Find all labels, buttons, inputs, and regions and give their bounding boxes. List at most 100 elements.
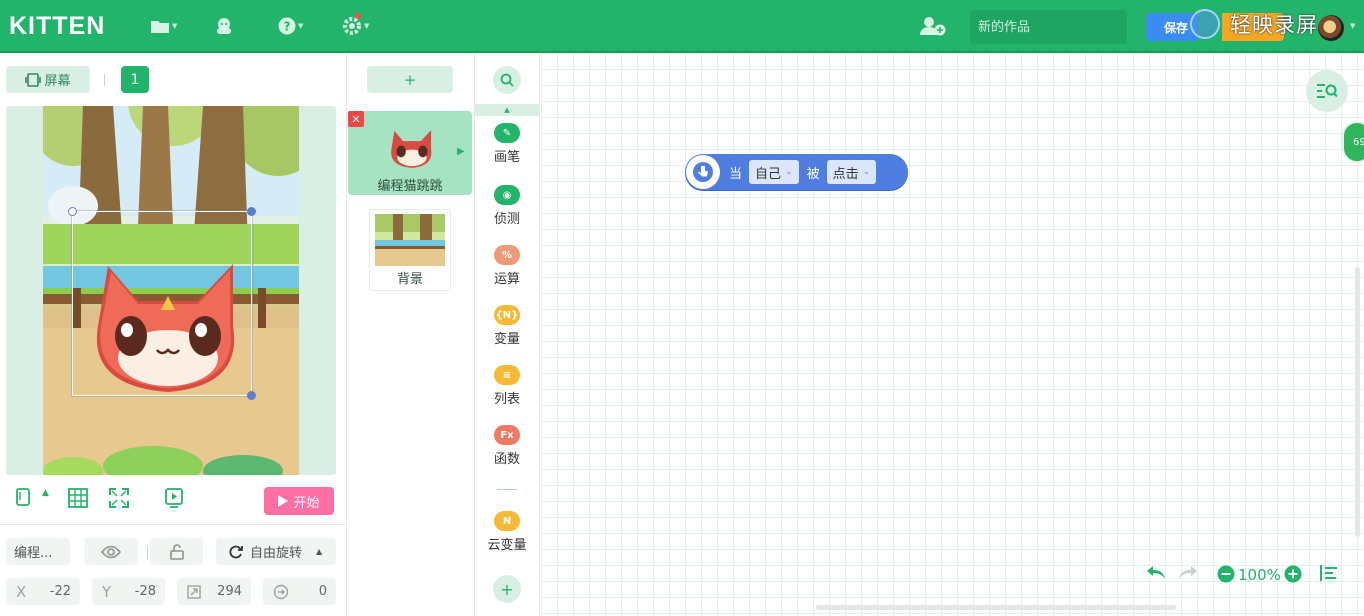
resize-handle[interactable] [68,207,77,216]
project-title-input[interactable] [970,10,1127,44]
eye-icon [101,545,121,558]
background-card[interactable]: 背景 [369,209,451,291]
category-label: 云变量 [487,538,527,553]
sprite-menu-button[interactable] [214,15,234,37]
event-value: 点击 [832,166,859,182]
category-operators[interactable]: % 运算 [475,245,539,287]
x-position-field[interactable]: X -22 [6,578,80,605]
chevron-down-icon: ⌄ [862,167,871,177]
screen-page-1[interactable]: 1 [121,66,149,93]
category-label: 侦测 [493,212,520,227]
fullscreen-icon [109,488,129,508]
chevron-up-icon[interactable]: ▲ [42,488,49,498]
settings-menu-button[interactable]: ▼ [342,13,370,37]
svg-text:?: ? [284,20,291,34]
file-menu-button[interactable]: ▼ [150,15,177,37]
resize-handle[interactable] [247,207,256,216]
add-extension-button[interactable]: + [493,575,521,603]
variable-icon: {N} [494,305,520,325]
when-clicked-block[interactable]: 当 自己 ⌄ 被 点击 ⌄ [685,154,908,190]
divider [147,546,148,560]
chevron-down-icon: ⌄ [785,167,793,177]
vertical-scrollbar[interactable] [1355,267,1360,537]
add-user-icon [920,17,946,36]
category-functions[interactable]: Fx 函数 [475,425,539,467]
cat-thumbnail [391,130,432,168]
start-button[interactable]: 开始 [264,487,334,515]
help-menu-button[interactable]: ? ▼ [278,15,303,37]
phone-orientation-icon [16,488,30,506]
avatar[interactable] [1318,15,1344,41]
sprite-selection-box[interactable] [68,207,256,400]
zoom-out-button[interactable] [1217,565,1235,583]
stage-scene [43,106,299,475]
fullscreen-button[interactable] [109,488,129,508]
category-lists[interactable]: ≡ 列表 [475,365,539,407]
visibility-toggle[interactable] [84,538,138,565]
sprite-name-field[interactable]: 编程... [6,538,70,565]
zoom-level: 100% [1238,566,1281,584]
app-logo: KITTEN [9,12,106,40]
status-badge[interactable]: 69 [1342,121,1364,163]
y-value: -28 [134,584,156,599]
screen-button[interactable]: 屏幕 [6,66,90,93]
event-dropdown[interactable]: 点击 ⌄ [826,160,877,184]
category-label: 运算 [493,272,520,287]
hand-click-icon [686,155,720,189]
category-label: 变量 [493,332,520,347]
stage-panel: 屏幕 1 ▲ 开始 编程... 自由旋转 ▲ X -22 Y -28 294 0 [0,53,347,616]
sprite-list-panel: + 编程猫跳跳 ✕ ▶ 背景 [347,53,475,616]
category-variables[interactable]: {N} 变量 [475,305,539,347]
list-search-icon [1317,84,1338,98]
code-workspace[interactable]: 当 自己 ⌄ 被 点击 ⌄ 69 100% [541,53,1364,616]
category-label: 列表 [493,392,520,407]
chevron-down-icon: ▼ [172,22,178,30]
y-position-field[interactable]: Y -28 [92,578,165,605]
sprite-card-selected[interactable]: 编程猫跳跳 [348,111,472,195]
preview-button[interactable] [164,488,184,508]
chevron-down-icon[interactable]: ▼ [1350,22,1355,30]
add-collaborator-button[interactable] [920,15,946,37]
zoom-in-icon [1284,565,1302,583]
target-dropdown[interactable]: 自己 ⌄ [749,160,799,184]
category-cloud-variables[interactable]: N 云变量 [475,511,539,553]
add-sprite-button[interactable]: + [367,66,453,93]
operator-icon: % [494,245,520,265]
settings-icon [343,17,361,35]
block-category-panel: ▲ ✎ 画笔 ◉ 侦测 % 运算 {N} 变量 ≡ 列表 Fx 函数 N 云变量… [475,53,540,616]
category-sensing[interactable]: ◉ 侦测 [475,185,539,227]
screen-icon [25,72,42,87]
sprite-icon [217,18,231,34]
grid-icon [68,488,88,508]
lock-toggle[interactable] [150,538,203,565]
pen-icon: ✎ [494,123,520,143]
undo-icon [1147,566,1165,579]
target-value: 自己 [755,166,782,182]
block-search-button[interactable] [493,66,521,94]
arrange-blocks-button[interactable] [1320,565,1338,581]
x-value: -22 [49,584,71,599]
undo-button[interactable] [1146,565,1166,581]
rotation-mode-select[interactable]: 自由旋转 ▲ [216,538,336,565]
zoom-out-icon [1217,565,1235,583]
x-label: X [16,582,27,601]
size-field[interactable]: 294 [177,578,251,605]
delete-sprite-button[interactable]: ✕ [348,111,364,127]
play-screen-icon [165,488,183,508]
chevron-down-icon: ▼ [364,22,370,30]
block-search-tool[interactable] [1306,70,1348,112]
redo-button[interactable] [1178,565,1198,581]
category-pen[interactable]: ✎ 画笔 [475,123,539,165]
orientation-button[interactable] [16,488,30,506]
grid-button[interactable] [68,488,88,508]
rotation-mode-label: 自由旋转 [250,546,303,561]
direction-field[interactable]: 0 [263,578,336,605]
zoom-in-button[interactable] [1284,565,1302,583]
function-icon: Fx [494,425,520,445]
scroll-up-button[interactable]: ▲ [475,104,539,116]
category-label: 画笔 [493,150,520,165]
resize-handle[interactable] [247,391,256,400]
category-label: 函数 [493,452,520,467]
stage-canvas[interactable] [6,106,336,475]
horizontal-scrollbar[interactable] [816,605,1176,610]
